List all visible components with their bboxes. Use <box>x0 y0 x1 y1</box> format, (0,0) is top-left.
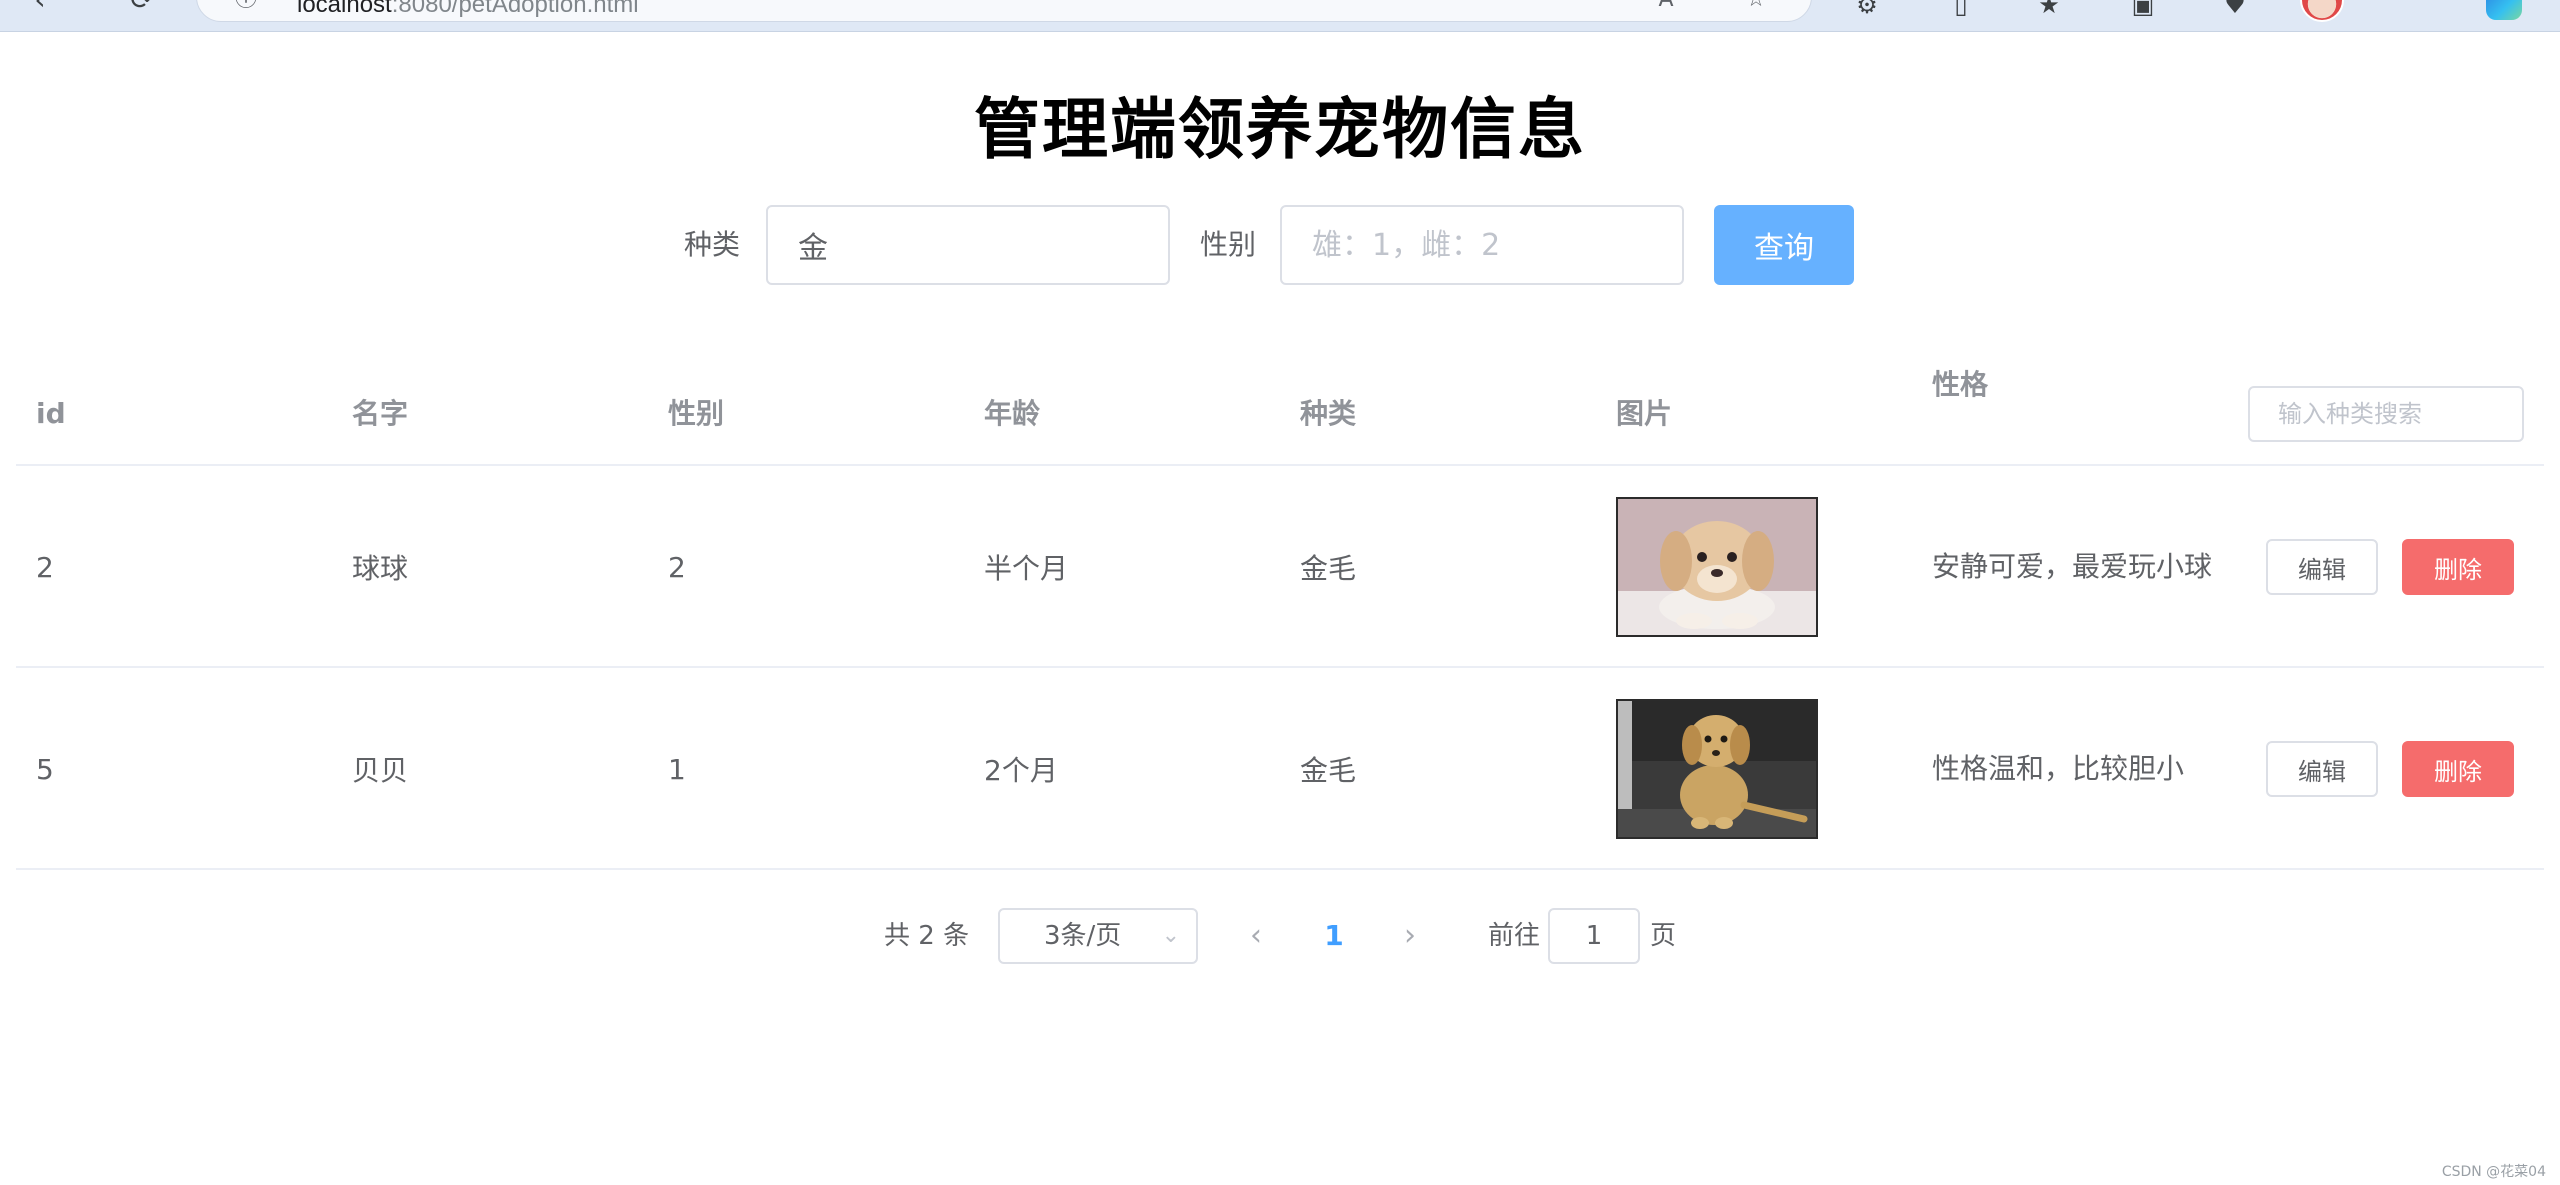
puppy-photo <box>1616 699 1818 839</box>
header-picture: 图片 <box>1616 397 1673 430</box>
cell-name: 球球 <box>352 552 409 585</box>
cell-age: 2个月 <box>984 754 1058 787</box>
extensions-icon[interactable]: ⚙ <box>1852 0 1882 20</box>
browser-toolbar: ‹ ⟳ ⓘ localhost:8080/petAdoption.html A … <box>0 0 2560 32</box>
pet-table: id 名字 性别 年龄 种类 图片 性格 2 球球 2 半个月 金毛 <box>16 362 2544 870</box>
refresh-icon[interactable]: ⟳ <box>124 0 160 18</box>
delete-button[interactable]: 删除 <box>2402 539 2514 595</box>
cell-operations: 编辑 删除 <box>2242 668 2514 870</box>
address-bar[interactable]: ⓘ localhost:8080/petAdoption.html A ☆ <box>196 0 1812 22</box>
page-size-select[interactable]: 3条/页 ⌄ <box>998 908 1198 964</box>
prev-page-icon[interactable]: ‹ <box>1236 908 1276 964</box>
pagination: 共 2 条 3条/页 ⌄ ‹ 1 › 前往 页 <box>0 908 2560 964</box>
next-page-icon[interactable]: › <box>1390 908 1430 964</box>
goto-page-input[interactable] <box>1548 908 1640 964</box>
header-name: 名字 <box>352 397 409 430</box>
cell-trait: 性格温和，比较胆小 <box>1932 752 2185 785</box>
kind-label: 种类 <box>684 228 741 261</box>
header-age: 年龄 <box>984 397 1041 430</box>
goto-suffix: 页 <box>1650 921 1677 951</box>
search-form: 种类 性别 查询 <box>0 205 2560 285</box>
pagination-total: 共 2 条 <box>884 921 970 951</box>
cell-kind: 金毛 <box>1300 754 1357 787</box>
table-kind-search-input[interactable] <box>2248 386 2524 442</box>
favorite-star-icon[interactable]: ☆ <box>1743 0 1769 13</box>
cell-name: 贝贝 <box>352 754 409 787</box>
site-info-icon[interactable]: ⓘ <box>233 0 259 13</box>
table-row: 5 贝贝 1 2个月 金毛 性格温和，比较胆小 编辑 删除 <box>16 668 2544 870</box>
sex-search-input[interactable] <box>1280 205 1684 285</box>
profile-avatar[interactable] <box>2300 0 2344 22</box>
collections-icon[interactable]: ▣ <box>2128 0 2158 20</box>
cell-kind: 金毛 <box>1300 552 1357 585</box>
delete-button[interactable]: 删除 <box>2402 741 2514 797</box>
header-trait: 性格 <box>1932 368 1989 401</box>
sex-label: 性别 <box>1200 228 1257 261</box>
cell-sex: 2 <box>668 550 686 584</box>
watermark: CSDN @花菜04 <box>2441 1164 2546 1180</box>
chevron-down-icon: ⌄ <box>1161 923 1180 948</box>
kind-search-input[interactable] <box>766 205 1170 285</box>
cell-picture <box>1616 466 1818 668</box>
page-number-current[interactable]: 1 <box>1314 908 1354 964</box>
cell-sex: 1 <box>668 752 686 786</box>
query-button[interactable]: 查询 <box>1714 205 1854 285</box>
header-id: id <box>36 397 66 430</box>
edit-button[interactable]: 编辑 <box>2266 539 2378 595</box>
header-kind: 种类 <box>1300 397 1357 430</box>
read-aloud-icon[interactable]: A <box>1653 0 1679 13</box>
browser-essentials-icon[interactable]: ♥ <box>2220 0 2250 20</box>
goto-label: 前往 <box>1488 921 1541 951</box>
header-sex: 性别 <box>668 397 725 430</box>
cell-operations: 编辑 删除 <box>2242 466 2514 668</box>
copilot-icon[interactable] <box>2486 0 2522 20</box>
cell-picture <box>1616 668 1818 870</box>
url-text: localhost:8080/petAdoption.html <box>297 0 639 18</box>
favorites-icon[interactable]: ★ <box>2034 0 2064 20</box>
table-row: 2 球球 2 半个月 金毛 安静可爱，最爱玩小球 编辑 删除 <box>16 466 2544 668</box>
puppy-photo <box>1616 497 1818 637</box>
table-header: id 名字 性别 年龄 种类 图片 性格 <box>16 362 2544 466</box>
split-screen-icon[interactable]: ▯ <box>1946 0 1976 20</box>
back-arrow-icon[interactable]: ‹ <box>22 0 58 18</box>
cell-id: 2 <box>36 550 54 584</box>
edit-button[interactable]: 编辑 <box>2266 741 2378 797</box>
page-size-value: 3条/页 <box>1044 921 1122 951</box>
cell-trait: 安静可爱，最爱玩小球 <box>1932 550 2213 583</box>
cell-age: 半个月 <box>984 552 1069 585</box>
page-title: 管理端领养宠物信息 <box>974 91 1586 168</box>
cell-id: 5 <box>36 752 54 786</box>
